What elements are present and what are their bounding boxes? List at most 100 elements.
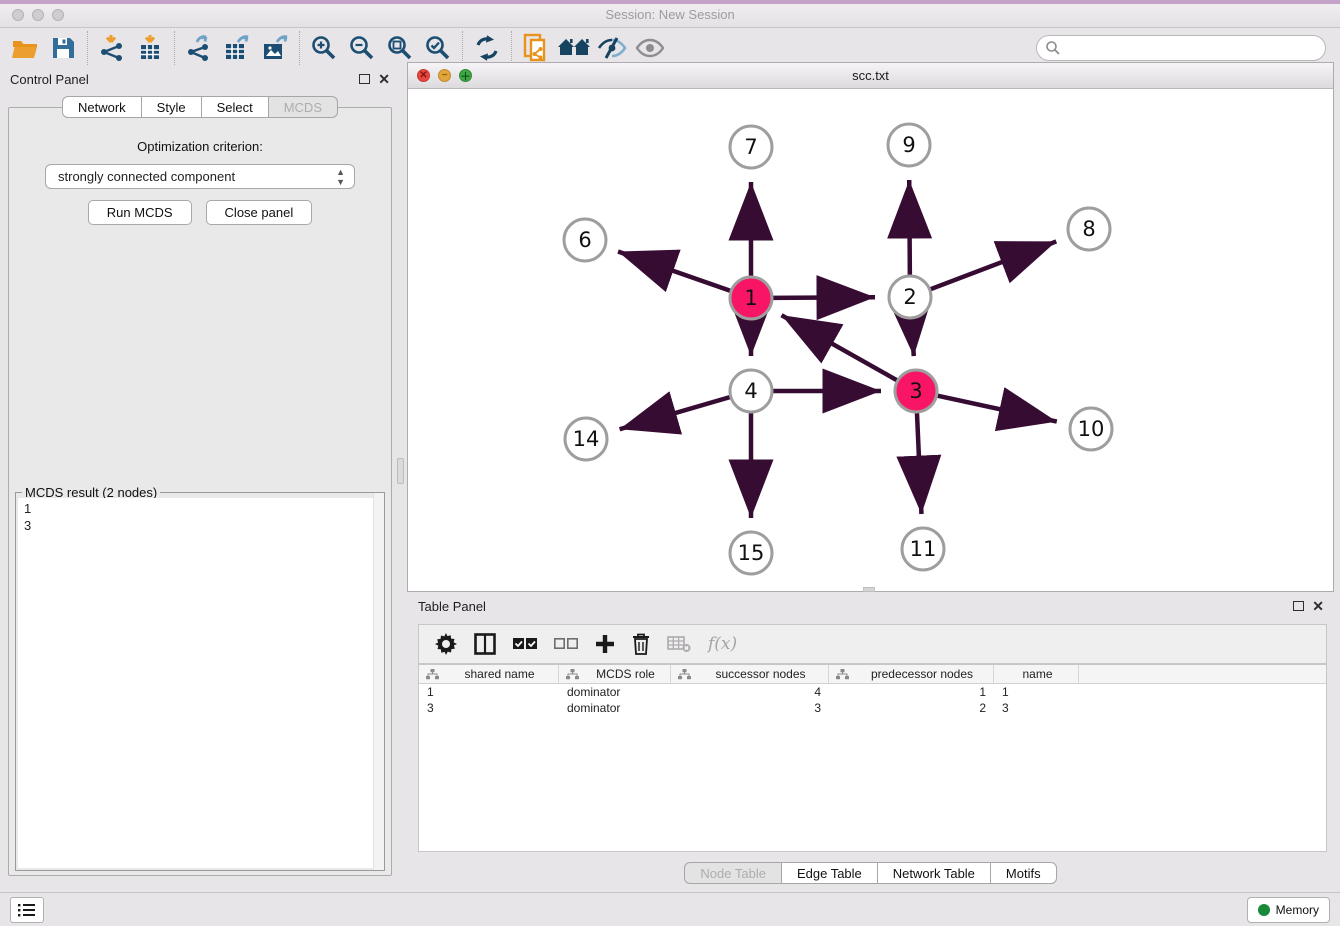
select-all-rows-button[interactable] xyxy=(513,631,537,657)
column-header-successor-nodes[interactable]: successor nodes xyxy=(671,665,829,683)
table-row[interactable]: 1dominator411 xyxy=(419,684,1326,700)
first-neighbors-button[interactable] xyxy=(555,31,593,65)
graph-node-4[interactable]: 4 xyxy=(730,370,772,412)
optimization-criterion-select[interactable]: strongly connected component ▲▼ xyxy=(45,164,355,189)
tab-node-table[interactable]: Node Table xyxy=(684,862,782,884)
columns-icon xyxy=(474,633,496,655)
save-session-button[interactable] xyxy=(44,31,82,65)
mcds-tab-content: Optimization criterion: strongly connect… xyxy=(8,107,392,876)
column-header-shared-name[interactable]: shared name xyxy=(419,665,559,683)
table-cell[interactable]: dominator xyxy=(559,684,671,700)
memory-button[interactable]: Memory xyxy=(1247,897,1330,923)
tab-edge-table[interactable]: Edge Table xyxy=(781,862,878,884)
plus-icon xyxy=(595,634,615,654)
canvas-splitter-handle[interactable] xyxy=(863,587,875,592)
show-all-button[interactable] xyxy=(631,31,669,65)
edge-4-14[interactable] xyxy=(620,397,730,429)
zoom-out-icon xyxy=(348,34,376,62)
toggle-columns-button[interactable] xyxy=(474,631,496,657)
table-cell[interactable]: dominator xyxy=(559,700,671,716)
zoom-fit-button[interactable] xyxy=(381,31,419,65)
edge-3-10[interactable] xyxy=(937,396,1056,422)
tab-mcds[interactable]: MCDS xyxy=(268,96,338,118)
deselect-all-rows-button[interactable] xyxy=(554,631,578,657)
graph-node-3[interactable]: 3 xyxy=(895,370,937,412)
zoom-selected-button[interactable] xyxy=(419,31,457,65)
edge-3-1[interactable] xyxy=(781,315,896,380)
table-cell[interactable]: 4 xyxy=(671,684,829,700)
network-window-titlebar[interactable]: ✕ − ＋ scc.txt xyxy=(408,63,1333,89)
edge-3-11[interactable] xyxy=(917,413,921,514)
table-cell[interactable]: 3 xyxy=(419,700,559,716)
column-header-name[interactable]: name xyxy=(994,665,1079,683)
import-table-button[interactable] xyxy=(131,31,169,65)
tab-select[interactable]: Select xyxy=(201,96,269,118)
import-network-button[interactable] xyxy=(93,31,131,65)
fx-icon: f(x) xyxy=(708,634,737,654)
tab-network-table[interactable]: Network Table xyxy=(877,862,991,884)
memory-label: Memory xyxy=(1276,903,1319,917)
titlebar-accent-strip xyxy=(0,0,1340,4)
table-cell[interactable]: 1 xyxy=(419,684,559,700)
float-table-panel-icon[interactable] xyxy=(1293,601,1304,611)
tab-motifs[interactable]: Motifs xyxy=(990,862,1057,884)
export-image-icon xyxy=(260,34,290,62)
table-cell[interactable]: 3 xyxy=(994,700,1079,716)
sort-tree-icon xyxy=(678,669,691,680)
open-folder-icon xyxy=(11,35,39,61)
list-icon xyxy=(18,903,36,917)
open-session-button[interactable] xyxy=(6,31,44,65)
column-header-predecessor-nodes[interactable]: predecessor nodes xyxy=(829,665,994,683)
add-column-button[interactable] xyxy=(595,631,615,657)
table-cell[interactable]: 2 xyxy=(829,700,994,716)
graph-node-7[interactable]: 7 xyxy=(730,126,772,168)
refresh-layout-button[interactable] xyxy=(468,31,506,65)
column-header-MCDS-role[interactable]: MCDS role xyxy=(559,665,671,683)
zoom-out-button[interactable] xyxy=(343,31,381,65)
app-title: Session: New Session xyxy=(0,7,1340,22)
tab-network[interactable]: Network xyxy=(62,96,142,118)
task-history-button[interactable] xyxy=(10,897,44,923)
close-panel-icon[interactable]: ✕ xyxy=(378,74,390,84)
table-cell[interactable]: 3 xyxy=(671,700,829,716)
table-cell[interactable]: 1 xyxy=(829,684,994,700)
graph-node-9[interactable]: 9 xyxy=(888,124,930,166)
duplicate-network-button[interactable] xyxy=(517,31,555,65)
result-scrollbar[interactable] xyxy=(373,493,384,870)
edge-1-2[interactable] xyxy=(773,297,875,298)
export-network-button[interactable] xyxy=(180,31,218,65)
edge-2-8[interactable] xyxy=(931,241,1057,289)
network-canvas[interactable]: 7 9 6 8 1 2 4 3 14 10 15 11 xyxy=(408,89,1333,591)
table-cell[interactable]: 1 xyxy=(994,684,1079,700)
sort-tree-icon xyxy=(836,669,849,680)
close-panel-button[interactable]: Close panel xyxy=(206,200,313,225)
export-table-button[interactable] xyxy=(218,31,256,65)
graph-node-11[interactable]: 11 xyxy=(902,528,944,570)
export-image-button[interactable] xyxy=(256,31,294,65)
float-panel-icon[interactable] xyxy=(359,74,370,84)
tab-style[interactable]: Style xyxy=(141,96,202,118)
graph-node-1[interactable]: 1 xyxy=(730,277,772,319)
refresh-icon xyxy=(473,34,501,62)
delete-rows-button[interactable] xyxy=(632,631,650,657)
graph-node-10[interactable]: 10 xyxy=(1070,408,1112,450)
table-settings-button[interactable] xyxy=(435,631,457,657)
zoom-in-button[interactable] xyxy=(305,31,343,65)
delete-columns-button[interactable] xyxy=(667,631,691,657)
graph-node-2[interactable]: 2 xyxy=(889,276,931,318)
close-table-panel-icon[interactable]: ✕ xyxy=(1312,601,1324,611)
graph-node-8[interactable]: 8 xyxy=(1068,208,1110,250)
graph-node-6[interactable]: 6 xyxy=(564,219,606,261)
edge-2-3[interactable] xyxy=(911,319,913,356)
function-builder-button[interactable]: f(x) xyxy=(708,631,737,657)
edge-2-9[interactable] xyxy=(909,180,910,275)
search-input[interactable] xyxy=(1036,35,1326,61)
graph-node-15[interactable]: 15 xyxy=(730,532,772,574)
table-row[interactable]: 3dominator323 xyxy=(419,700,1326,716)
mcds-result-list[interactable]: 13 xyxy=(18,498,382,868)
run-mcds-button[interactable]: Run MCDS xyxy=(88,200,192,225)
graph-node-14[interactable]: 14 xyxy=(565,418,607,460)
panel-splitter-handle[interactable] xyxy=(397,458,404,484)
hide-selected-button[interactable] xyxy=(593,31,631,65)
edge-1-6[interactable] xyxy=(618,252,730,291)
